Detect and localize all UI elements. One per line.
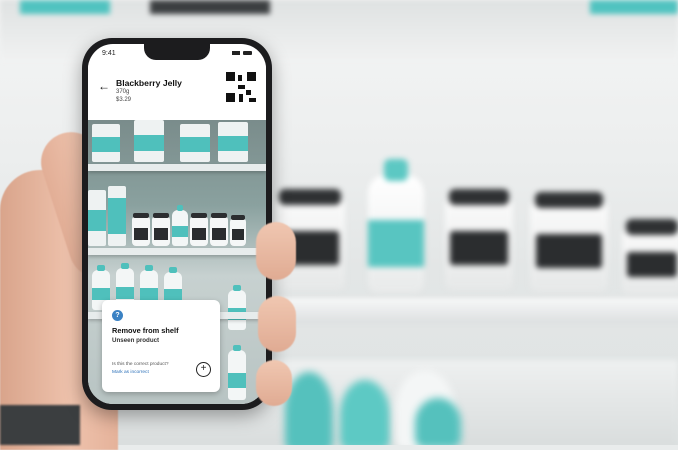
product-box: [108, 186, 126, 246]
product-jar: [190, 213, 208, 246]
finger: [258, 296, 296, 352]
signal-icon: [232, 51, 240, 55]
smartphone: 9:41 ← Blackberry Jelly 370g $3.29 ? Rem…: [82, 38, 272, 410]
product-bottle: [172, 205, 188, 246]
product-bottle: [228, 345, 246, 400]
finger: [256, 222, 296, 280]
middle-shelf: [250, 298, 678, 324]
product-jar: [152, 213, 170, 246]
jar: [530, 192, 608, 292]
battery-icon: [243, 51, 252, 55]
camera-shelf: [88, 164, 266, 171]
product-box: [218, 122, 248, 162]
product-bottle: [228, 285, 246, 330]
phone-screen: 9:41 ← Blackberry Jelly 370g $3.29 ? Rem…: [88, 44, 266, 404]
product-price: $3.29: [116, 97, 132, 103]
product-header: ← Blackberry Jelly 370g $3.29: [88, 62, 266, 121]
product-box: [134, 120, 164, 162]
jar: [622, 219, 678, 295]
card-subtitle: Unseen product: [112, 337, 160, 344]
bottle: [368, 159, 424, 293]
card-title: Remove from shelf: [112, 326, 179, 335]
status-icons: [232, 51, 252, 55]
product-box: [180, 124, 210, 162]
product-jar: [230, 215, 246, 246]
barcode-icon: [226, 72, 256, 102]
product-action-card[interactable]: ? Remove from shelf Unseen product Is th…: [102, 300, 220, 392]
info-icon: ?: [112, 310, 123, 321]
mark-incorrect-link[interactable]: Mark as incorrect: [112, 370, 149, 375]
card-question: Is this the correct product?: [112, 362, 169, 367]
jar: [445, 189, 513, 290]
product-box: [92, 124, 120, 162]
product-jar: [132, 213, 150, 246]
finger: [256, 360, 292, 406]
camera-shelf: [88, 248, 266, 255]
arrow-left-icon[interactable]: ←: [98, 80, 110, 92]
product-box: [88, 190, 106, 246]
product-size: 370g: [116, 89, 130, 95]
product-jar: [210, 213, 228, 246]
sleeve: [0, 405, 80, 445]
phone-notch: [144, 44, 210, 60]
plus-circle-icon[interactable]: +: [196, 362, 211, 377]
product-title: Blackberry Jelly: [116, 78, 182, 88]
status-time: 9:41: [102, 49, 116, 57]
